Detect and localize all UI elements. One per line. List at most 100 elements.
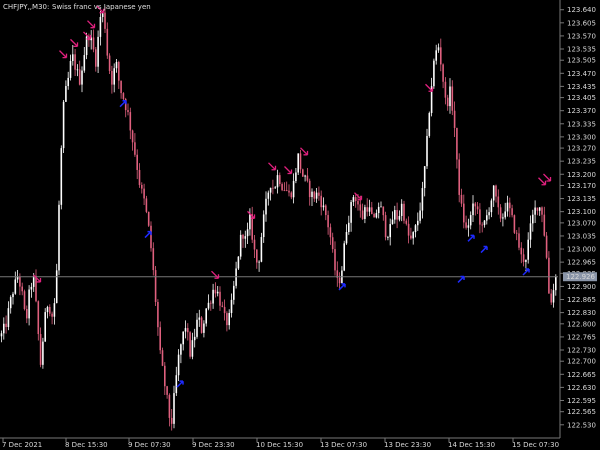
- candle-body: [400, 203, 403, 216]
- candle-body: [198, 317, 201, 320]
- candle-body: [35, 275, 37, 302]
- candle-body: [364, 207, 366, 219]
- candle-body: [78, 69, 81, 85]
- candle-body: [173, 393, 175, 424]
- candle-body: [325, 205, 327, 216]
- candle-body: [506, 202, 509, 212]
- candle-body: [230, 299, 233, 314]
- candle-body: [258, 261, 260, 263]
- candle-body: [292, 181, 295, 198]
- candle-body: [111, 70, 113, 85]
- candle-body: [46, 306, 49, 313]
- candle-body: [522, 254, 525, 262]
- x-tick-label: 9 Dec 23:30: [192, 441, 235, 449]
- candle-body: [28, 289, 30, 319]
- candle-body: [348, 222, 350, 233]
- candle-body: [334, 249, 336, 271]
- candle-body: [410, 235, 412, 239]
- candle-body: [382, 206, 385, 216]
- candle-body: [120, 80, 122, 94]
- candle-body: [184, 328, 187, 332]
- candle-body: [295, 172, 297, 182]
- candle-body: [69, 61, 72, 78]
- candle-body: [249, 214, 251, 230]
- candle-body: [122, 93, 125, 100]
- candle-body: [403, 203, 405, 221]
- candle-body: [437, 47, 440, 51]
- candle-body: [288, 190, 290, 193]
- candle-body: [469, 215, 472, 226]
- candle-body: [352, 197, 355, 203]
- chart-window[interactable]: 123.640 123.605 123.570 123.535 123.505 123.4…: [0, 0, 600, 450]
- candle-body: [449, 86, 451, 107]
- candle-body: [265, 198, 267, 215]
- plot-background: [0, 0, 600, 450]
- x-tick-label: 13 Dec 07:30: [320, 441, 367, 449]
- candle-body: [359, 204, 362, 211]
- chart-svg[interactable]: 123.640 123.605 123.570 123.535 123.505 123.4…: [0, 0, 600, 450]
- candle-body: [223, 306, 226, 314]
- candle-body: [269, 187, 272, 193]
- candle-body: [451, 86, 454, 111]
- candle-body: [394, 210, 396, 220]
- candle-body: [407, 223, 410, 236]
- candle-body: [7, 308, 10, 327]
- candle-body: [262, 214, 265, 238]
- x-tick-label: 13 Dec 23:30: [384, 441, 431, 449]
- candle-body: [246, 229, 249, 237]
- candle-body: [239, 234, 242, 257]
- candle-body: [474, 203, 477, 207]
- candle-body: [177, 354, 180, 376]
- candle-body: [543, 214, 546, 236]
- candle-body: [417, 220, 419, 226]
- candle-body: [3, 323, 5, 334]
- candle-body: [354, 197, 357, 202]
- candle-body: [97, 36, 99, 67]
- candle-body: [373, 213, 375, 218]
- candle-body: [502, 217, 504, 219]
- candle-body: [398, 215, 401, 220]
- candle-body: [129, 112, 132, 131]
- candle-body: [200, 317, 203, 333]
- y-tick-label: 123.505: [567, 57, 596, 65]
- candle-body: [428, 113, 431, 136]
- candle-body: [159, 327, 161, 351]
- chart-description-label: Swiss franc vs Japanese yen: [52, 3, 151, 11]
- candle-body: [515, 232, 518, 234]
- candle-body: [115, 61, 118, 69]
- candle-body: [138, 169, 141, 185]
- x-tick-label: 8 Dec 15:30: [65, 441, 108, 449]
- candle-body: [180, 344, 182, 355]
- candle-body: [127, 110, 129, 113]
- candle-body: [527, 239, 529, 260]
- candle-body: [327, 215, 329, 228]
- candle-body: [497, 196, 500, 208]
- candle-body: [499, 207, 502, 219]
- y-tick-label: 123.470: [567, 70, 596, 78]
- candle-body: [290, 192, 293, 198]
- candle-body: [157, 302, 159, 328]
- candle-body: [136, 154, 138, 170]
- candle-body: [216, 291, 219, 294]
- candle-body: [442, 64, 444, 82]
- candle-body: [203, 323, 205, 333]
- candle-body: [113, 68, 115, 85]
- y-tick-label: 122.595: [567, 397, 596, 405]
- y-tick-label: 122.800: [567, 320, 596, 328]
- y-tick-label: 122.765: [567, 333, 596, 341]
- x-tick-label: 10 Dec 15:30: [256, 441, 303, 449]
- x-tick-label: 9 Dec 07:30: [128, 441, 171, 449]
- candle-body: [233, 285, 235, 300]
- candle-body: [212, 289, 214, 304]
- candle-body: [12, 293, 14, 298]
- candle-body: [472, 203, 474, 216]
- candle-body: [380, 206, 382, 208]
- candle-body: [106, 28, 109, 56]
- candle-body: [92, 37, 95, 50]
- candle-body: [465, 222, 467, 228]
- candle-body: [350, 202, 352, 223]
- candle-body: [166, 386, 168, 395]
- candle-body: [525, 259, 527, 262]
- candle-body: [396, 210, 398, 220]
- candle-body: [118, 61, 120, 81]
